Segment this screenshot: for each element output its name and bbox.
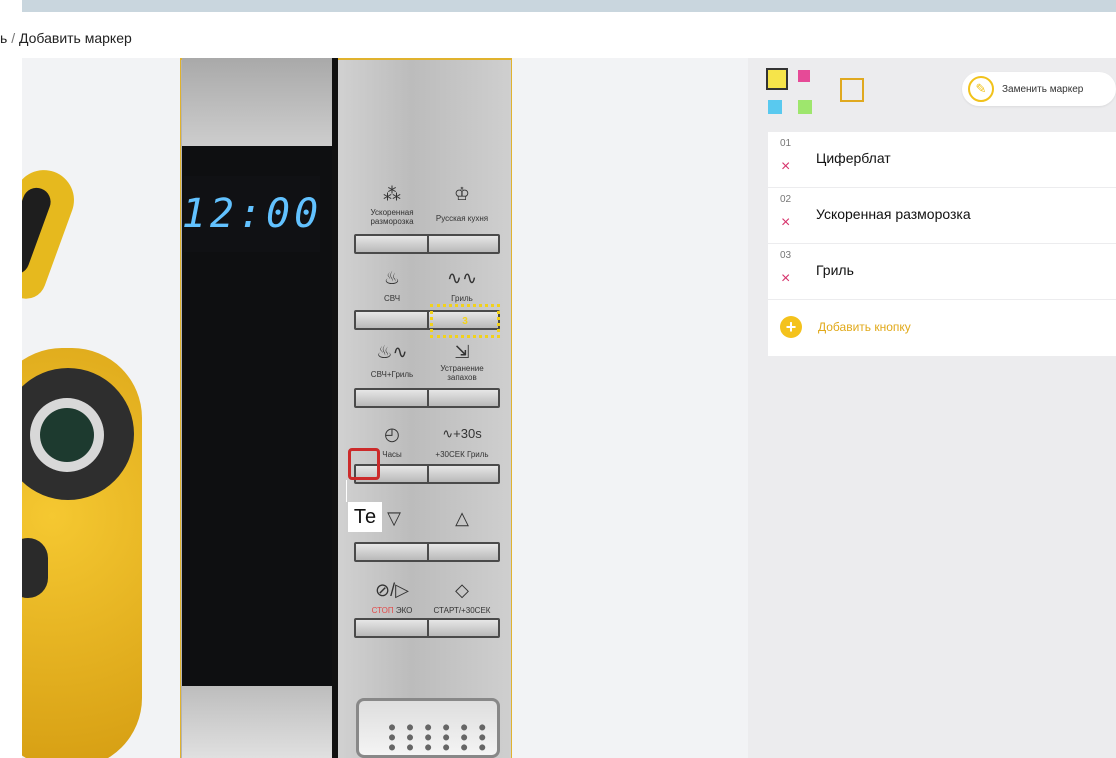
add-icon[interactable]: + xyxy=(780,316,802,338)
active-marker-box[interactable] xyxy=(348,448,380,480)
defrost-icon: ⁂ xyxy=(383,184,401,204)
item-number: 02 xyxy=(780,194,792,205)
replace-marker-label: Заменить маркер xyxy=(1002,83,1084,95)
eco-label: ЭКО xyxy=(395,606,413,615)
arrow-down-icon: ▽ xyxy=(387,508,401,528)
delete-icon[interactable]: × xyxy=(781,270,790,288)
color-swatch-green[interactable] xyxy=(798,100,812,114)
color-swatch-cyan[interactable] xyxy=(768,100,782,114)
panel-toolbar: ✎ Заменить маркер xyxy=(748,58,1116,124)
top-bar xyxy=(0,0,1116,12)
item-name[interactable]: Ускоренная разморозка xyxy=(816,206,971,222)
stop-label: СТОП xyxy=(371,606,394,615)
breadcrumb: ь / Добавить маркер xyxy=(0,30,132,46)
grille-dots: ● ● ● ● ● ● ● ● ● ● ● ● ● ● ● ● ● ● xyxy=(389,722,489,753)
button-bar-6[interactable] xyxy=(354,618,500,638)
replace-marker-button[interactable]: ✎ Заменить маркер xyxy=(962,72,1116,106)
markers-panel: ✎ Заменить маркер 01 × Циферблат 02 × Ус… xyxy=(748,58,1116,758)
item-number: 01 xyxy=(780,138,792,149)
button-bar-3[interactable] xyxy=(354,388,500,408)
rectangle-tool-icon[interactable] xyxy=(840,78,864,102)
item-name[interactable]: Гриль xyxy=(816,262,854,278)
color-swatch-yellow[interactable] xyxy=(766,68,788,90)
chef-hat-icon: ♔ xyxy=(453,184,471,204)
delete-icon[interactable]: × xyxy=(781,214,790,232)
item-name[interactable]: Циферблат xyxy=(816,150,891,166)
left-strip xyxy=(0,58,22,758)
door-release-button[interactable]: ● ● ● ● ● ● ● ● ● ● ● ● ● ● ● ● ● ● xyxy=(356,698,500,758)
button-label-russian-cuisine: Русская кухня xyxy=(435,214,489,223)
markers-list: 01 × Циферблат 02 × Ускоренная разморозк… xyxy=(768,132,1116,356)
microwave-door-bottom xyxy=(182,686,334,758)
image-canvas[interactable]: 12:00 ⁂ Ускоренная разморозка ♔ Русская … xyxy=(22,58,748,758)
button-bar-5[interactable] xyxy=(354,542,500,562)
breadcrumb-current: Добавить маркер xyxy=(18,30,132,46)
delete-icon[interactable]: × xyxy=(781,158,790,176)
button-label-grill: Гриль xyxy=(451,294,473,303)
button-label-odor-removal: Устранение запахов xyxy=(440,364,484,382)
grill-plus-30-icon: ∿+30s xyxy=(442,426,482,441)
grill-icon: ∿∿ xyxy=(446,268,478,288)
button-label-defrost: Ускоренная разморозка xyxy=(370,208,414,226)
button-bar-1[interactable] xyxy=(354,234,500,254)
clock-icon: ◴ xyxy=(384,424,400,444)
arrow-up-icon: △ xyxy=(455,508,469,528)
display-time: 12:00 xyxy=(181,191,323,237)
microwave-display[interactable]: 12:00 xyxy=(181,176,323,252)
pencil-icon: ✎ xyxy=(968,76,994,102)
microwave-divider xyxy=(332,58,338,758)
marker-3[interactable]: 3 xyxy=(430,304,500,338)
add-button-row[interactable]: + Добавить кнопку xyxy=(768,300,1116,356)
breadcrumb-prefix[interactable]: ь xyxy=(0,30,7,46)
list-item[interactable]: 01 × Циферблат xyxy=(768,132,1116,188)
item-number: 03 xyxy=(780,250,792,261)
text-pointer-line xyxy=(346,480,347,502)
microwave-icon: ♨ xyxy=(383,268,401,288)
button-label-start: СТАРТ/+30СЕК xyxy=(433,606,491,615)
microwave-door-top xyxy=(182,58,334,146)
start-icon: ◇ xyxy=(455,580,469,600)
top-bar-gap xyxy=(0,0,22,12)
stop-eco-icon: ⊘/▷ xyxy=(375,580,409,600)
character-detail xyxy=(22,538,48,598)
list-item[interactable]: 02 × Ускоренная разморозка xyxy=(768,188,1116,244)
button-label-grill-30: +30СЕК Гриль xyxy=(435,450,489,459)
marker-3-label: 3 xyxy=(462,315,468,327)
button-label-microwave-grill: СВЧ+Гриль xyxy=(370,370,414,379)
button-label-stop-eco: СТОП ЭКО xyxy=(364,606,420,615)
breadcrumb-separator: / xyxy=(11,30,16,46)
list-item[interactable]: 03 × Гриль xyxy=(768,244,1116,300)
odor-removal-icon: ⇲ xyxy=(454,342,470,362)
color-swatch-pink[interactable] xyxy=(798,70,810,82)
add-button-label[interactable]: Добавить кнопку xyxy=(818,320,911,334)
button-label-microwave: СВЧ xyxy=(383,294,401,303)
microwave-grill-icon: ♨∿ xyxy=(376,342,408,362)
character-eye-lens xyxy=(40,408,94,462)
